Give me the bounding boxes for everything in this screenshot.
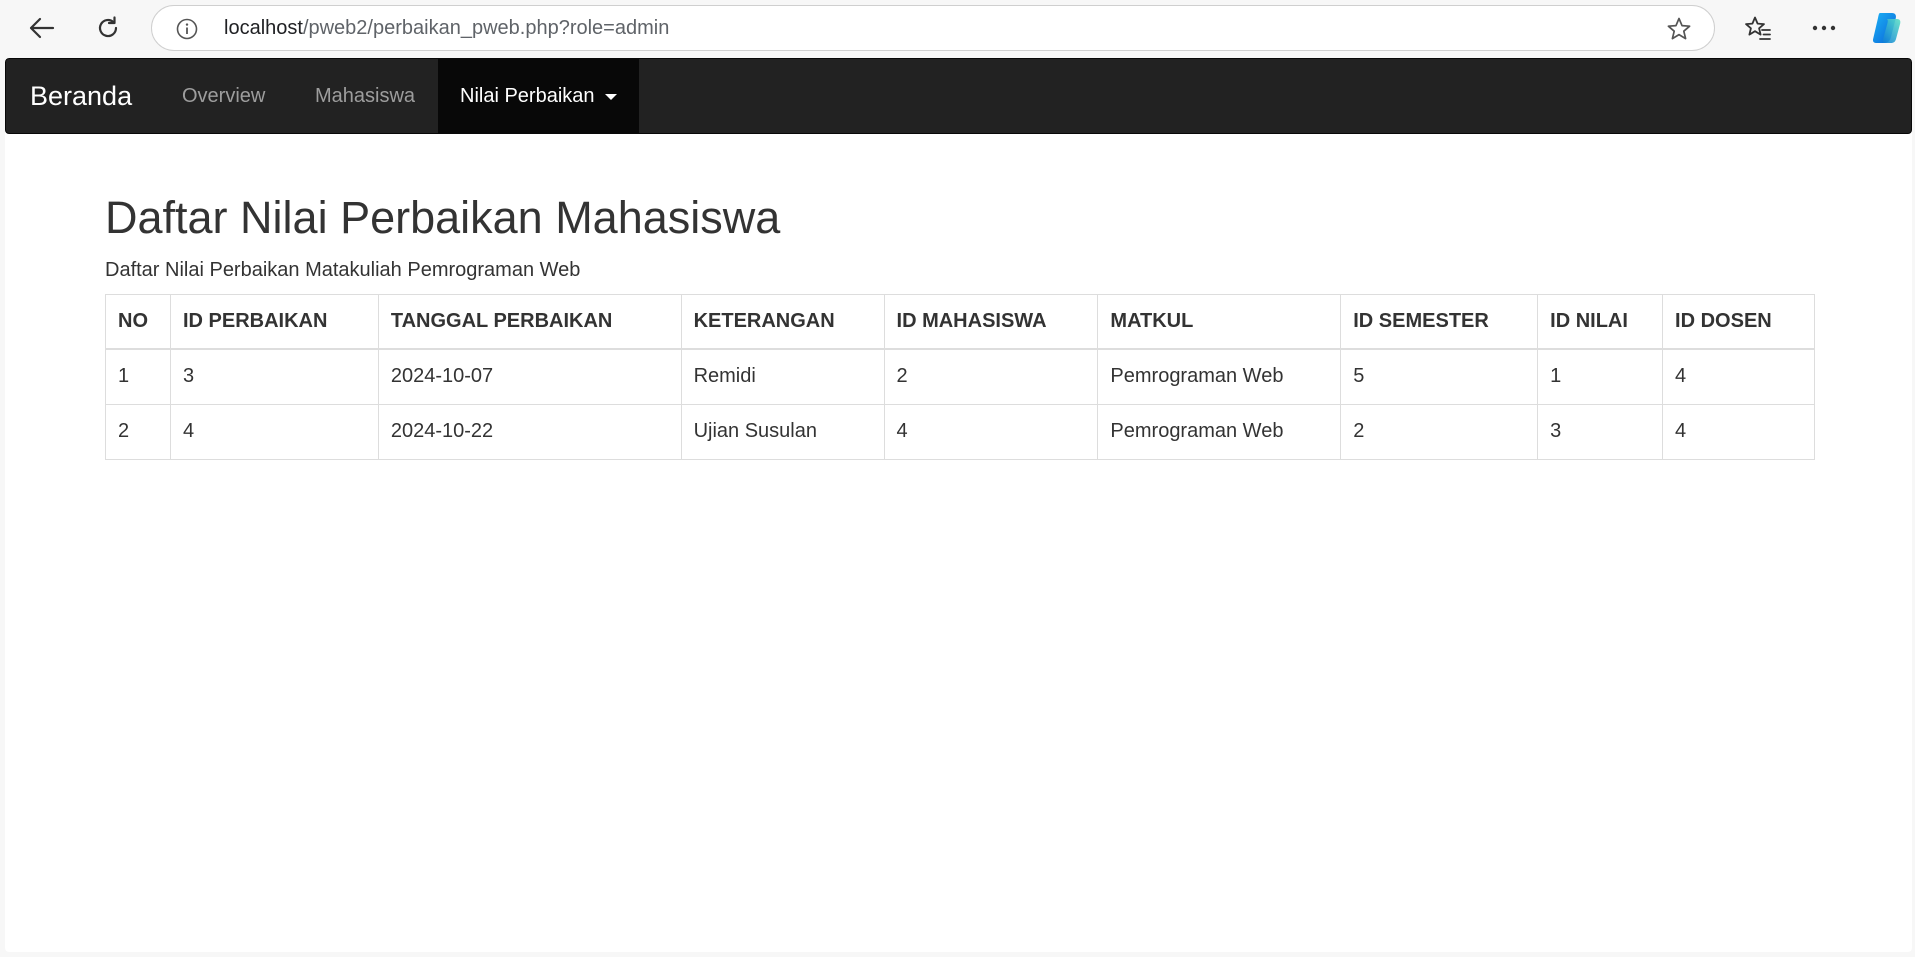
page-viewport: Beranda Overview Mahasiswa Nilai Perbaik…: [5, 58, 1912, 952]
table-cell: 2: [1340, 403, 1539, 460]
page-title: Daftar Nilai Perbaikan Mahasiswa: [105, 192, 781, 243]
header-id-mahasiswa: ID MAHASISWA: [883, 293, 1099, 350]
caret-down-icon: [604, 94, 617, 100]
navbar: Beranda Overview Mahasiswa Nilai Perbaik…: [5, 58, 1912, 134]
more-icon: [1812, 25, 1836, 31]
url-text[interactable]: localhost/pweb2/perbaikan_pweb.php?role=…: [224, 6, 669, 50]
header-id-nilai: ID NILAI: [1537, 293, 1664, 350]
table-header-row: NO ID PERBAIKAN TANGGAL PERBAIKAN KETERA…: [105, 293, 1815, 350]
favorites-button[interactable]: [1738, 8, 1778, 48]
table-cell: 4: [883, 403, 1099, 460]
info-icon[interactable]: [176, 18, 198, 40]
page-subtitle: Daftar Nilai Perbaikan Matakuliah Pemrog…: [105, 258, 581, 281]
table-cell: 2: [105, 403, 171, 460]
table-cell: 5: [1340, 348, 1539, 405]
navbar-brand[interactable]: Beranda: [30, 59, 132, 133]
copilot-icon[interactable]: [1868, 10, 1904, 46]
table-cell: 3: [1537, 403, 1664, 460]
table-cell: 2: [883, 348, 1099, 405]
nav-link-overview[interactable]: Overview: [160, 59, 287, 133]
table-cell: Pemrograman Web: [1097, 403, 1342, 460]
back-button[interactable]: [22, 8, 62, 48]
table-cell: 4: [1662, 403, 1815, 460]
star-icon[interactable]: [1666, 16, 1692, 42]
table-cell: Remidi: [680, 348, 885, 405]
header-no: NO: [105, 293, 171, 350]
header-keterangan: KETERANGAN: [680, 293, 885, 350]
header-matkul: MATKUL: [1097, 293, 1342, 350]
perbaikan-table: NO ID PERBAIKAN TANGGAL PERBAIKAN KETERA…: [105, 293, 1815, 460]
back-arrow-icon: [29, 17, 55, 39]
table-cell: 1: [1537, 348, 1664, 405]
table-cell: 2024-10-22: [377, 403, 682, 460]
header-id-perbaikan: ID PERBAIKAN: [169, 293, 379, 350]
url-host: localhost: [224, 17, 303, 39]
table-cell: 2024-10-07: [377, 348, 682, 405]
favorites-icon: [1744, 15, 1772, 41]
nav-dropdown-label: Nilai Perbaikan: [460, 85, 595, 107]
nav-link-mahasiswa[interactable]: Mahasiswa: [293, 59, 437, 133]
address-bar[interactable]: localhost/pweb2/perbaikan_pweb.php?role=…: [151, 5, 1715, 51]
url-path: /pweb2/perbaikan_pweb.php?role=admin: [302, 17, 670, 39]
main-container: Daftar Nilai Perbaikan Mahasiswa Daftar …: [105, 193, 1815, 460]
reload-button[interactable]: [88, 8, 128, 48]
nav-dropdown-nilai-perbaikan[interactable]: Nilai Perbaikan: [438, 59, 639, 133]
table-cell: 4: [169, 403, 379, 460]
header-tanggal-perbaikan: TANGGAL PERBAIKAN: [377, 293, 682, 350]
table-row: 1 3 2024-10-07 Remidi 2 Pemrograman Web …: [105, 348, 1815, 405]
table-cell: Ujian Susulan: [680, 403, 885, 460]
table-row: 2 4 2024-10-22 Ujian Susulan 4 Pemrogram…: [105, 403, 1815, 460]
table-cell: 3: [169, 348, 379, 405]
more-button[interactable]: [1804, 8, 1844, 48]
table-cell: 4: [1662, 348, 1815, 405]
table-cell: Pemrograman Web: [1097, 348, 1342, 405]
browser-toolbar: localhost/pweb2/perbaikan_pweb.php?role=…: [0, 0, 1915, 56]
reload-icon: [95, 15, 121, 41]
table-cell: 1: [105, 348, 171, 405]
header-id-semester: ID SEMESTER: [1340, 293, 1539, 350]
header-id-dosen: ID DOSEN: [1662, 293, 1815, 350]
